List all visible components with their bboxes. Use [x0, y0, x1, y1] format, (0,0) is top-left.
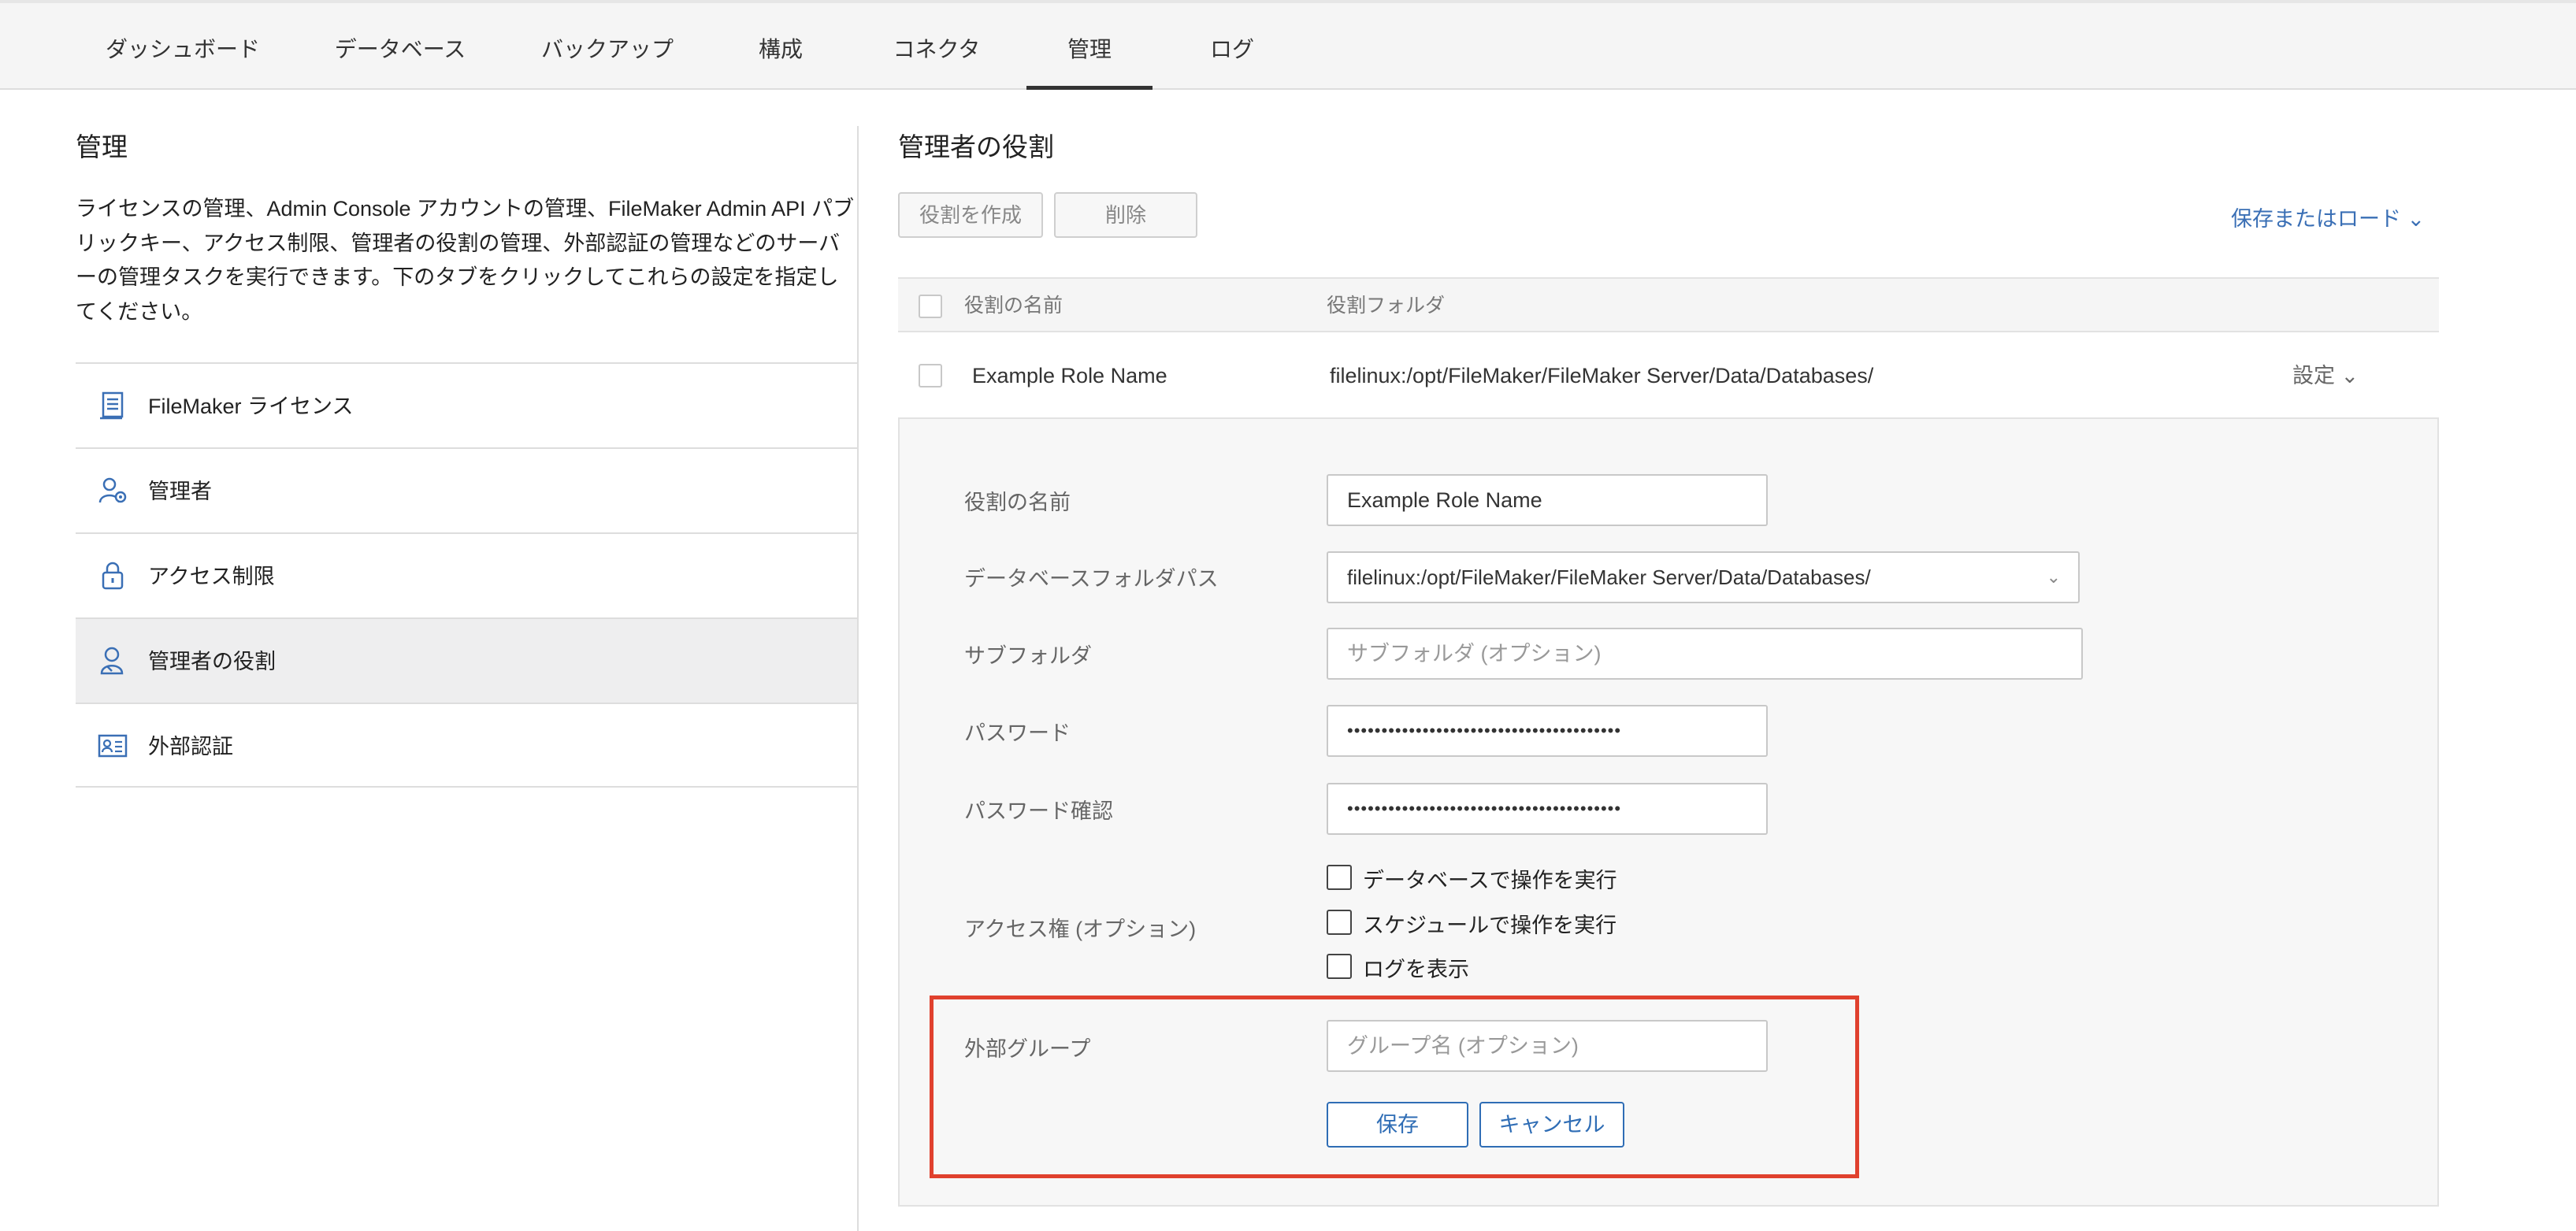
- run-schedule-ops-checkbox[interactable]: [1327, 910, 1352, 935]
- license-document-icon: [100, 391, 124, 420]
- admin-user-gear-icon: [98, 477, 127, 503]
- run-schedule-ops-label: スケジュールで操作を実行: [1363, 914, 1617, 937]
- tab-backup[interactable]: バックアップ: [533, 3, 682, 90]
- lock-icon: [102, 562, 124, 590]
- sidebar-item-external-auth[interactable]: 外部認証: [76, 703, 857, 788]
- column-header-role-folder: 役割フォルダ: [1327, 295, 1446, 317]
- page-title: 管理者の役割: [898, 132, 1054, 161]
- select-all-checkbox[interactable]: [919, 295, 942, 318]
- tab-configuration[interactable]: 構成: [741, 3, 821, 90]
- section-description: ライセンスの管理、Admin Console アカウントの管理、FileMake…: [76, 197, 855, 324]
- run-database-ops-label: データベースで操作を実行: [1363, 869, 1617, 892]
- row-select-checkbox[interactable]: [919, 364, 942, 387]
- row-role-name: Example Role Name: [972, 364, 1167, 387]
- row-settings-dropdown[interactable]: 設定 ⌄: [2292, 332, 2359, 419]
- top-navigation: ダッシュボード データベース バックアップ 構成 コネクタ 管理 ログ: [0, 0, 2576, 90]
- highlight-box: [930, 996, 1859, 1178]
- chevron-down-icon: ⌄: [2046, 567, 2061, 587]
- password-input[interactable]: ••••••••••••••••••••••••••••••••••••••••: [1327, 705, 1768, 757]
- db-folder-path-value: filelinux:/opt/FileMaker/FileMaker Serve…: [1347, 565, 1871, 589]
- sidebar-item-label: 外部認証: [148, 735, 233, 758]
- subfolder-input[interactable]: サブフォルダ (オプション): [1327, 628, 2083, 680]
- view-logs-label: ログを表示: [1363, 958, 1469, 981]
- password-label: パスワード: [964, 721, 1071, 745]
- sidebar-item-label: 管理者の役割: [148, 650, 276, 673]
- tab-connectors[interactable]: コネクタ: [879, 3, 994, 90]
- sidebar-item-administrators[interactable]: 管理者: [76, 447, 857, 532]
- row-role-folder: filelinux:/opt/FileMaker/FileMaker Serve…: [1330, 364, 1874, 387]
- admin-sidebar: FileMaker ライセンス 管理者 アクセス制限 管理者の役割 外部認証: [76, 362, 857, 788]
- view-logs-checkbox[interactable]: [1327, 954, 1352, 979]
- column-header-role-name: 役割の名前: [964, 295, 1063, 317]
- table-row[interactable]: Example Role Name filelinux:/opt/FileMak…: [898, 332, 2439, 419]
- section-title: 管理: [76, 132, 128, 161]
- password-confirm-input[interactable]: ••••••••••••••••••••••••••••••••••••••••: [1327, 783, 1768, 835]
- role-name-label: 役割の名前: [964, 491, 1071, 514]
- create-role-button[interactable]: 役割を作成: [898, 192, 1043, 238]
- admin-role-icon: [100, 647, 124, 675]
- tab-database[interactable]: データベース: [323, 3, 477, 90]
- tab-logs[interactable]: ログ: [1197, 3, 1267, 90]
- sidebar-item-access-restriction[interactable]: アクセス制限: [76, 532, 857, 617]
- id-card-icon: [98, 734, 128, 758]
- access-rights-label: アクセス権 (オプション): [964, 918, 1197, 941]
- sidebar-item-label: FileMaker ライセンス: [148, 395, 354, 418]
- table-header: 役割の名前 役割フォルダ: [898, 277, 2439, 332]
- delete-role-button[interactable]: 削除: [1054, 192, 1197, 238]
- sidebar-item-label: アクセス制限: [148, 565, 275, 588]
- run-database-ops-checkbox[interactable]: [1327, 865, 1352, 890]
- db-folder-path-label: データベースフォルダパス: [964, 567, 1219, 591]
- tab-administration[interactable]: 管理: [1026, 3, 1153, 90]
- column-divider: [857, 126, 859, 1231]
- subfolder-label: サブフォルダ: [964, 644, 1092, 668]
- password-confirm-label: パスワード確認: [964, 799, 1113, 823]
- tab-dashboard[interactable]: ダッシュボード: [93, 3, 273, 90]
- save-or-load-dropdown[interactable]: 保存またはロード ⌄: [2231, 202, 2425, 232]
- sidebar-item-label: 管理者: [148, 480, 212, 503]
- db-folder-path-select[interactable]: filelinux:/opt/FileMaker/FileMaker Serve…: [1327, 551, 2080, 603]
- sidebar-item-admin-roles[interactable]: 管理者の役割: [76, 617, 857, 703]
- sidebar-item-license[interactable]: FileMaker ライセンス: [76, 362, 857, 447]
- role-name-input[interactable]: Example Role Name: [1327, 474, 1768, 526]
